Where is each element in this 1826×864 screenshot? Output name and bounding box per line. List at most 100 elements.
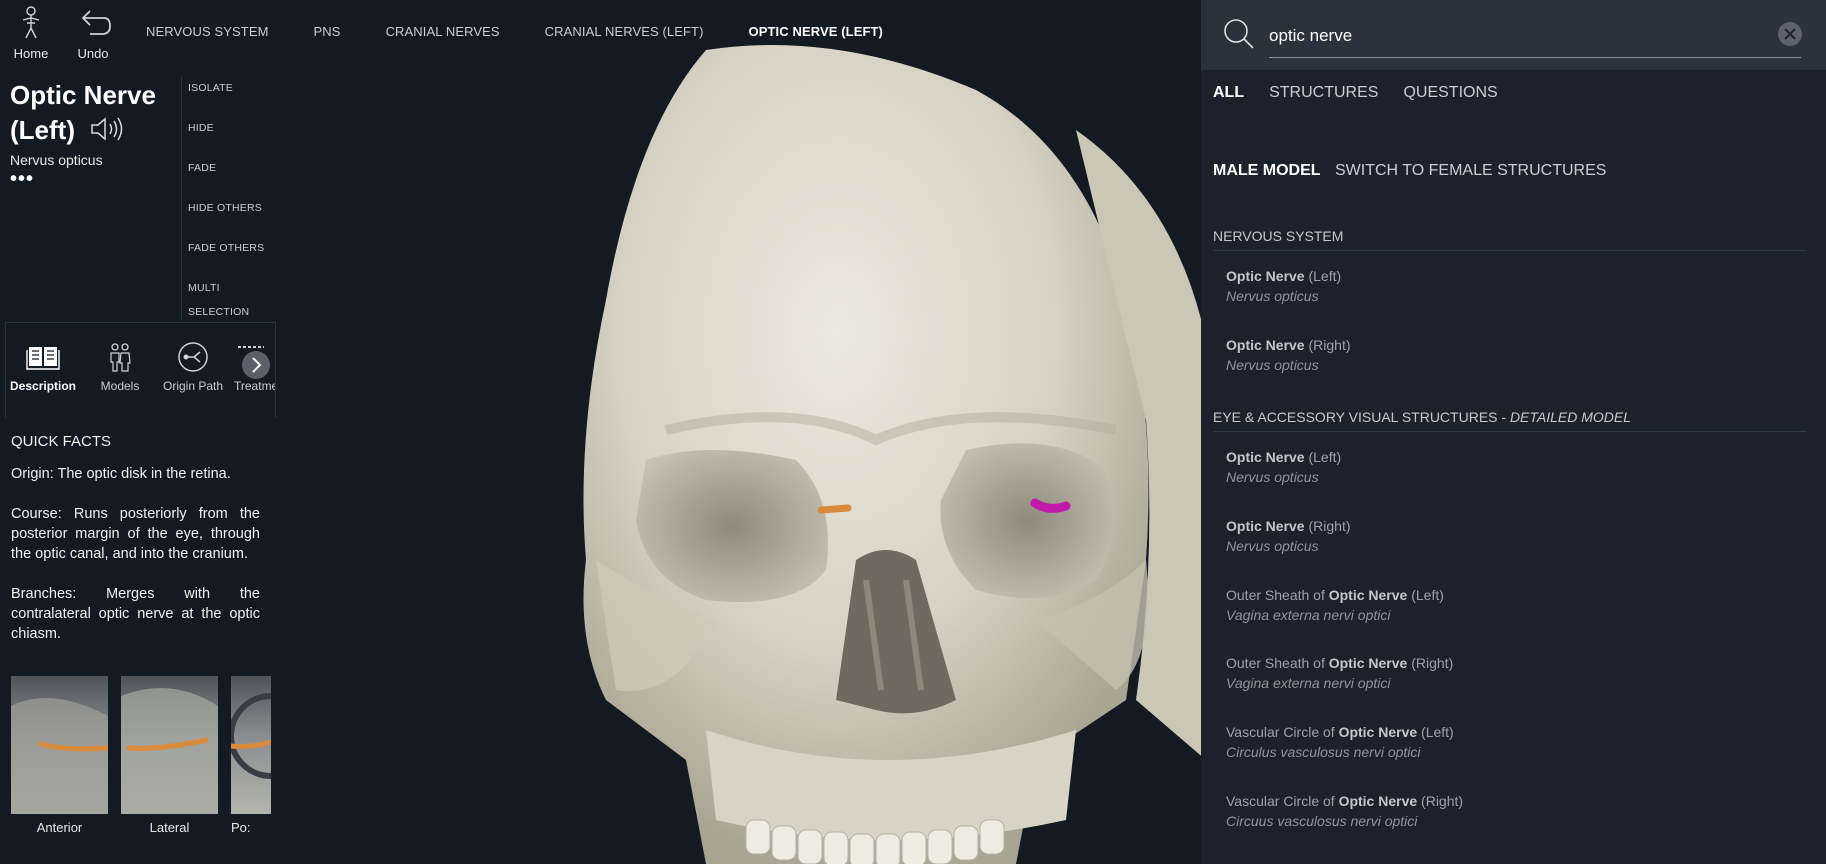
thumbnail-lateral-label: Lateral — [149, 820, 190, 835]
thumbnail-anterior[interactable]: Anterior — [11, 676, 108, 835]
chevron-right-icon — [252, 357, 262, 373]
search-tab-all[interactable]: ALL — [1213, 84, 1244, 102]
result-match: Optic Nerve — [1328, 587, 1408, 603]
result-latin: Circuus vasculosus nervi optici — [1226, 813, 1418, 829]
fact-origin: Origin: The optic disk in the retina. — [11, 466, 231, 482]
thumbnail-posterior-image — [231, 676, 271, 814]
male-model-label: MALE MODEL — [1213, 162, 1321, 179]
multi-selection-button[interactable]: MULTI SELECTION — [182, 276, 276, 318]
book-icon — [26, 347, 60, 370]
result-match: Optic Nerve — [1226, 337, 1305, 353]
search-result[interactable]: Optic Nerve (Left) Nervus opticus — [1226, 447, 1341, 487]
tab-models[interactable]: Models — [94, 341, 146, 393]
thumbnail-posterior[interactable]: Po: — [231, 676, 271, 835]
hide-button[interactable]: HIDE — [182, 116, 276, 156]
search-tab-structures[interactable]: STRUCTURES — [1269, 84, 1378, 102]
tab-treatment-label: Treatme — [234, 379, 276, 393]
skull-model[interactable] — [276, 0, 1206, 864]
result-suffix: (Right) — [1417, 793, 1464, 809]
speaker-icon[interactable] — [90, 116, 126, 142]
home-figure-icon — [22, 6, 40, 39]
thumbnail-lateral[interactable]: Lateral — [121, 676, 218, 835]
result-match: Optic Nerve — [1338, 724, 1418, 740]
section-subtitle: DETAILED MODEL — [1509, 409, 1632, 425]
home-label: Home — [13, 46, 49, 61]
optic-nerve-right[interactable] — [817, 504, 852, 514]
fact-branches: Branches: Merges with the contralateral … — [11, 586, 260, 642]
result-prefix: Vascular Circle of — [1226, 724, 1339, 740]
result-section-nervous-system: NERVOUS SYSTEM — [1213, 228, 1806, 251]
result-suffix: (Right) — [1304, 518, 1351, 534]
quick-facts: QUICK FACTS Origin: The optic disk in th… — [11, 432, 260, 664]
fade-button[interactable]: FADE — [182, 156, 276, 196]
quick-facts-heading: QUICK FACTS — [11, 433, 112, 450]
result-latin: Vagina externa nervi optici — [1226, 675, 1391, 691]
search-result[interactable]: Optic Nerve (Right) Nervus opticus — [1226, 335, 1351, 375]
section-title: EYE & ACCESSORY VISUAL STRUCTURES - — [1213, 409, 1510, 425]
home-button[interactable]: Home — [6, 4, 56, 61]
hide-others-button[interactable]: HIDE OTHERS — [182, 196, 276, 236]
result-suffix: (Left) — [1304, 268, 1342, 284]
thumbnail-anterior-image — [11, 676, 108, 814]
structure-panel: Optic Nerve (Left) Nervus opticus ••• IS… — [0, 68, 276, 864]
search-input[interactable] — [1269, 20, 1801, 58]
model-selector: MALE MODEL SWITCH TO FEMALE STRUCTURES — [1213, 162, 1606, 180]
undo-icon — [81, 10, 111, 35]
fact-course: Course: Runs posteriorly from the poster… — [11, 506, 260, 562]
result-prefix: Outer Sheath of — [1226, 587, 1329, 603]
result-suffix: (Left) — [1304, 449, 1342, 465]
structure-latin-name: Nervus opticus — [10, 152, 103, 168]
undo-label: Undo — [77, 46, 109, 61]
thumbnail-anterior-label: Anterior — [36, 820, 83, 835]
result-match: Optic Nerve — [1328, 655, 1408, 671]
search-header — [1201, 0, 1826, 70]
search-icon — [1224, 19, 1254, 49]
undo-button[interactable]: Undo — [68, 4, 118, 61]
search-result[interactable]: Optic Nerve (Left) Nervus opticus — [1226, 266, 1341, 306]
search-result[interactable]: Outer Sheath of Optic Nerve (Left) Vagin… — [1226, 585, 1444, 625]
clear-search-button[interactable] — [1778, 22, 1802, 46]
path-icon — [178, 342, 208, 372]
result-latin: Nervus opticus — [1226, 288, 1319, 304]
search-result[interactable]: Vascular Circle of Optic Nerve (Right) C… — [1226, 791, 1463, 831]
tab-description-label: Description — [10, 379, 77, 393]
people-icon — [110, 343, 131, 372]
result-suffix: (Right) — [1304, 337, 1351, 353]
tabs-next-button[interactable] — [242, 351, 270, 379]
result-latin: Circulus vasculosus nervi optici — [1226, 744, 1421, 760]
result-match: Optic Nerve — [1226, 449, 1305, 465]
result-match: Optic Nerve — [1226, 268, 1305, 284]
isolate-button[interactable]: ISOLATE — [182, 76, 276, 116]
result-latin: Nervus opticus — [1226, 538, 1319, 554]
action-menu: ISOLATE HIDE FADE HIDE OTHERS FADE OTHER… — [181, 76, 276, 320]
search-result[interactable]: Outer Sheath of Optic Nerve (Right) Vagi… — [1226, 653, 1453, 693]
result-prefix: Outer Sheath of — [1226, 655, 1329, 671]
result-match: Optic Nerve — [1338, 793, 1418, 809]
view-thumbnails: Anterior Lateral Po: — [11, 676, 271, 856]
result-match: Optic Nerve — [1226, 518, 1305, 534]
search-result[interactable]: Vascular Circle of Optic Nerve (Left) Ci… — [1226, 722, 1454, 762]
tab-origin-path[interactable]: Origin Path — [158, 341, 228, 393]
close-icon — [1784, 28, 1796, 40]
result-suffix: (Left) — [1407, 587, 1444, 603]
tab-description[interactable]: Description — [10, 341, 76, 393]
info-tabs: Description Models Origin Path Treatme — [5, 322, 276, 418]
search-tab-questions[interactable]: QUESTIONS — [1403, 84, 1497, 102]
search-panel: ALL STRUCTURES QUESTIONS MALE MODEL SWIT… — [1201, 0, 1826, 864]
thumbnail-posterior-label: Po: — [231, 820, 251, 835]
fade-others-button[interactable]: FADE OTHERS — [182, 236, 276, 276]
more-options-button[interactable]: ••• — [10, 168, 34, 191]
thumbnail-lateral-image — [121, 676, 218, 814]
switch-female-button[interactable]: SWITCH TO FEMALE STRUCTURES — [1335, 162, 1606, 179]
result-latin: Vagina externa nervi optici — [1226, 607, 1391, 623]
tab-origin-path-label: Origin Path — [162, 379, 224, 393]
search-result[interactable]: Optic Nerve (Right) Nervus opticus — [1226, 516, 1351, 556]
result-latin: Nervus opticus — [1226, 469, 1319, 485]
breadcrumb-nervous-system[interactable]: NERVOUS SYSTEM — [146, 24, 269, 39]
3d-viewport[interactable] — [276, 0, 1206, 864]
result-suffix: (Right) — [1407, 655, 1454, 671]
result-section-eye-structures: EYE & ACCESSORY VISUAL STRUCTURES - DETA… — [1213, 409, 1806, 432]
result-suffix: (Left) — [1417, 724, 1454, 740]
result-latin: Nervus opticus — [1226, 357, 1319, 373]
tab-models-label: Models — [100, 379, 140, 393]
